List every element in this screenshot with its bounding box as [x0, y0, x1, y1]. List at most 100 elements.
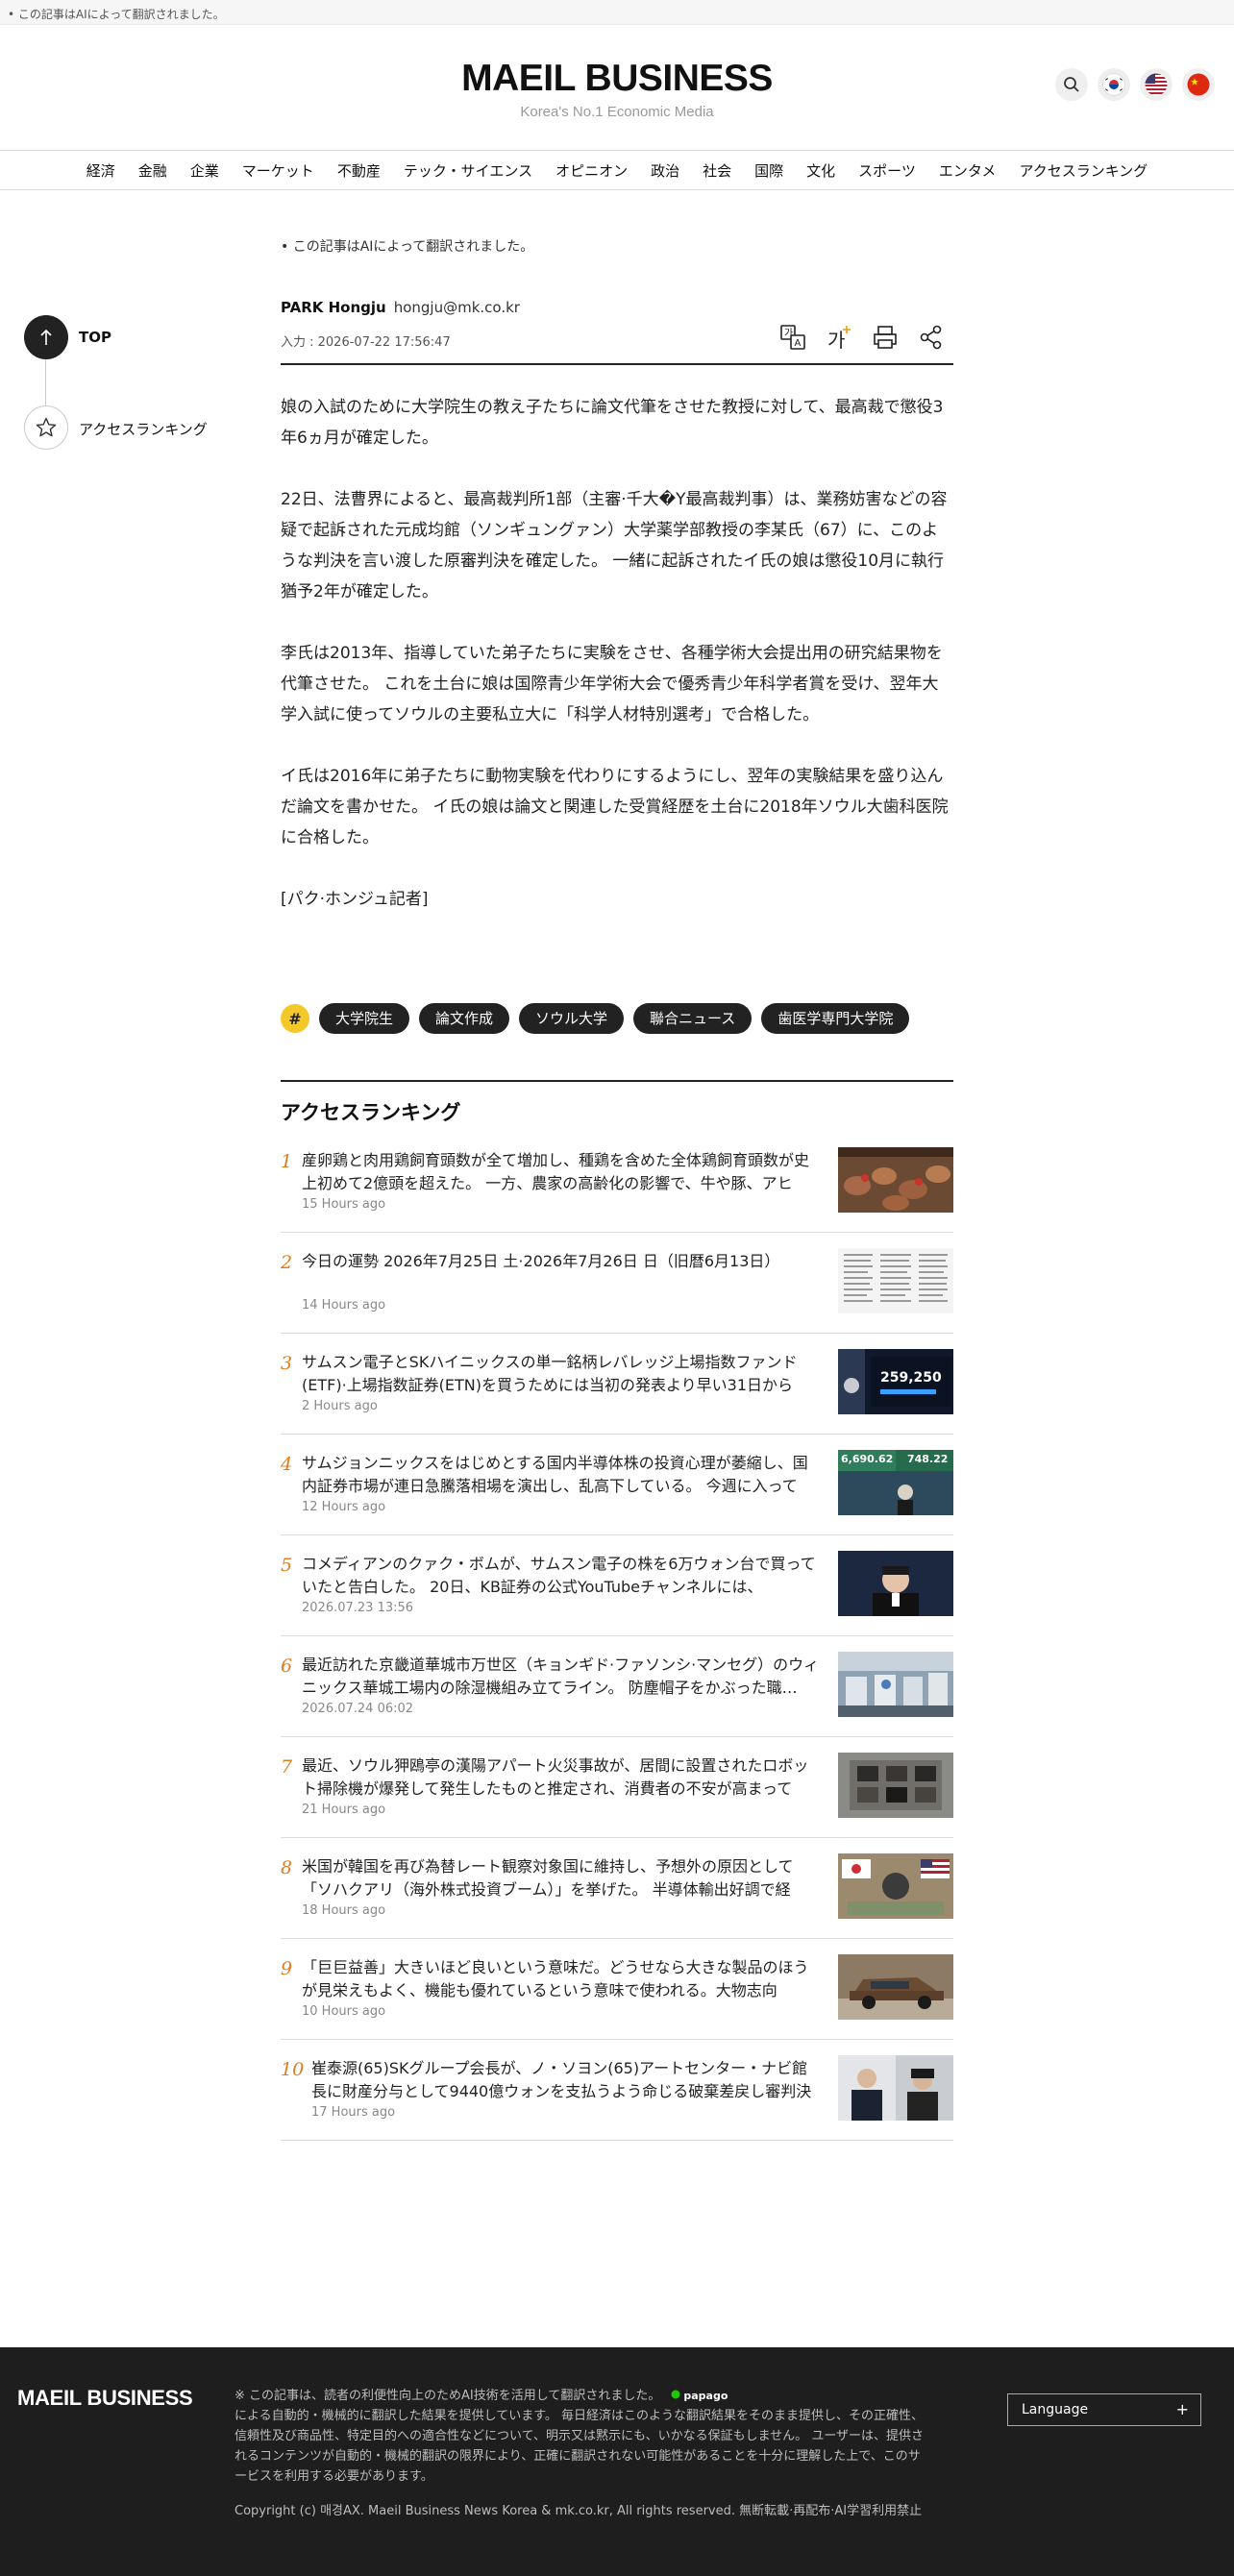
- nav-item[interactable]: スポーツ: [847, 160, 927, 181]
- ranking-item[interactable]: 6 最近訪れた京畿道華城市万世区（キョンギド·ファソンシ·マンセグ）のウィニック…: [281, 1636, 953, 1737]
- site-logo[interactable]: MAEIL BUSINESS: [0, 58, 1234, 100]
- nav-item[interactable]: 企業: [179, 160, 231, 181]
- scroll-top-label[interactable]: TOP: [79, 329, 111, 346]
- ranking-time: 14 Hours ago: [302, 1298, 386, 1313]
- share-icon: [920, 325, 942, 350]
- left-rail: TOP アクセスランキング: [24, 315, 208, 450]
- nav-item[interactable]: 不動産: [326, 160, 392, 181]
- article-paragraph: 李氏は2013年、指導していた弟子たちに実験をさせ、各種学術大会提出用の研究結果…: [281, 644, 943, 724]
- tag-chip[interactable]: 歯医学専門大学院: [761, 1003, 910, 1034]
- factory-thumbnail-image: [838, 1652, 953, 1717]
- print-icon: [874, 326, 897, 349]
- ranking-item[interactable]: 3 サムスン電子とSKハイニックスの単一銘柄レバレッジ上場指数ファンド(ETF)…: [281, 1334, 953, 1435]
- ranking-thumbnail[interactable]: [838, 1147, 953, 1213]
- ranking-thumbnail[interactable]: [838, 1551, 953, 1616]
- ranking-item[interactable]: 9 「巨巨益善」大きいほど良いという意味だ。どうせなら大きな製品のほうが見栄えも…: [281, 1939, 953, 2040]
- nav-item[interactable]: 金融: [127, 160, 179, 181]
- ranking-thumbnail[interactable]: 6,690.62 748.22: [838, 1450, 953, 1515]
- usa-flag-icon: [1145, 73, 1168, 96]
- ranking-item[interactable]: 10 崔泰源(65)SKグループ会長が、ノ・ソヨン(65)アートセンター・ナビ館…: [281, 2040, 953, 2141]
- ranking-item[interactable]: 1 産卵鶏と肉用鶏飼育頭数が全て増加し、種鶏を含めた全体鶏飼育頭数が史上初めて2…: [281, 1132, 953, 1233]
- ranking-thumbnail[interactable]: [838, 1248, 953, 1313]
- share-button[interactable]: [917, 323, 946, 352]
- ranking-headline[interactable]: サムスン電子とSKハイニックスの単一銘柄レバレッジ上場指数ファンド(ETF)·上…: [302, 1351, 821, 1397]
- footer-disclaimer-text: ※ この記事は、読者の利便性向上のためAI技術を活用して翻訳されました。: [234, 2389, 661, 2403]
- site-tagline: Korea's No.1 Economic Media: [520, 104, 714, 120]
- footer-disclaimer: ※ この記事は、読者の利便性向上のためAI技術を活用して翻訳されました。 pap…: [234, 2386, 926, 2487]
- language-select[interactable]: Language +: [1007, 2393, 1201, 2426]
- tag-chip[interactable]: 大学院生: [319, 1003, 410, 1034]
- ranking-number: 4: [281, 1454, 293, 1475]
- ranking-button[interactable]: [24, 405, 68, 450]
- ranking-item[interactable]: 4 サムジョンニックスをはじめとする国内半導体株の投資心理が萎縮し、国内証券市場…: [281, 1435, 953, 1535]
- main-nav: 経済 金融 企業 マーケット 不動産 テック・サイエンス オピニオン 政治 社会…: [0, 150, 1234, 190]
- nav-item[interactable]: マーケット: [231, 160, 326, 181]
- ranking-label[interactable]: アクセスランキング: [79, 419, 208, 439]
- tag-chip[interactable]: 聯合ニュース: [633, 1003, 753, 1034]
- korea-flag-icon: [1102, 73, 1125, 96]
- article-paragraph: イ氏は2016年に弟子たちに動物実験を代わりにするようにし、翌年の実験結果を盛り…: [281, 767, 949, 847]
- ranking-time: 2026.07.23 13:56: [302, 1601, 414, 1615]
- ranking-headline[interactable]: 最近訪れた京畿道華城市万世区（キョンギド·ファソンシ·マンセグ）のウィニックス華…: [302, 1654, 821, 1700]
- ranking-headline[interactable]: 米国が韓国を再び為替レート観察対象国に維持し、予想外の原因として「ソハクアリ（海…: [302, 1855, 821, 1901]
- search-button[interactable]: [1055, 68, 1088, 101]
- ranking-item[interactable]: 5 コメディアンのクァク・ボムが、サムスン電子の株を6万ウォン台で買っていたと告…: [281, 1535, 953, 1636]
- nav-item[interactable]: 経済: [75, 160, 127, 181]
- ranking-item[interactable]: 8 米国が韓国を再び為替レート観察対象国に維持し、予想外の原因として「ソハクアリ…: [281, 1838, 953, 1939]
- nav-item[interactable]: 国際: [743, 160, 795, 181]
- print-button[interactable]: [871, 323, 900, 352]
- papago-icon: [671, 2390, 680, 2399]
- nav-item[interactable]: 政治: [639, 160, 691, 181]
- china-flag-icon: [1187, 73, 1210, 96]
- nav-item[interactable]: 社会: [691, 160, 743, 181]
- ranking-headline[interactable]: サムジョンニックスをはじめとする国内半導体株の投資心理が萎縮し、国内証券市場が連…: [302, 1452, 821, 1498]
- ranking-time: 17 Hours ago: [311, 2105, 396, 2120]
- article: • この記事はAIによって翻訳されました。 PARK Hongju hongju@…: [281, 236, 953, 945]
- ranking-thumbnail[interactable]: 259,250: [838, 1349, 953, 1414]
- font-size-icon: 가: [827, 326, 851, 351]
- nav-item[interactable]: オピニオン: [544, 160, 639, 181]
- tag-chip[interactable]: 論文作成: [419, 1003, 510, 1034]
- hashtag-icon: #: [281, 1004, 309, 1033]
- currency-flags-thumbnail-image: [838, 1853, 953, 1919]
- chinese-language-button[interactable]: [1182, 68, 1215, 101]
- nav-item[interactable]: テック・サイエンス: [392, 160, 544, 181]
- ranking-headline[interactable]: 今日の運勢 2026年7月25日 土·2026年7月26日 日（旧暦6月13日）: [302, 1250, 821, 1273]
- ranking-thumbnail[interactable]: [838, 1853, 953, 1919]
- ranking-headline[interactable]: 産卵鶏と肉用鶏飼育頭数が全て増加し、種鶏を含めた全体鶏飼育頭数が史上初めて2億頭…: [302, 1149, 821, 1195]
- ranking-time: 21 Hours ago: [302, 1803, 386, 1817]
- market-board-thumbnail-image: 6,690.62 748.22: [838, 1450, 953, 1515]
- author-email[interactable]: hongju@mk.co.kr: [394, 299, 520, 316]
- ranking-thumbnail[interactable]: [838, 1652, 953, 1717]
- ranking-headline[interactable]: コメディアンのクァク・ボムが、サムスン電子の株を6万ウォン台で買っていたと告白し…: [302, 1553, 821, 1599]
- nav-item[interactable]: エンタメ: [927, 160, 1008, 181]
- ranking-item[interactable]: 7 最近、ソウル狎鴎亭の漢陽アパート火災事故が、居間に設置されたロボット掃除機が…: [281, 1737, 953, 1838]
- papago-label: papago: [683, 2390, 728, 2402]
- svg-text:A: A: [795, 338, 802, 349]
- ranking-headline[interactable]: 崔泰源(65)SKグループ会長が、ノ・ソヨン(65)アートセンター・ナビ館長に財…: [311, 2057, 821, 2103]
- tag-chip[interactable]: ソウル大学: [519, 1003, 625, 1034]
- english-language-button[interactable]: [1140, 68, 1172, 101]
- ranking-thumbnail[interactable]: [838, 1954, 953, 2020]
- nav-item[interactable]: アクセスランキング: [1007, 160, 1159, 181]
- nav-item[interactable]: 文化: [795, 160, 847, 181]
- fire-damage-thumbnail-image: [838, 1753, 953, 1818]
- ranking-time: 15 Hours ago: [302, 1197, 386, 1212]
- ranking-item[interactable]: 2 今日の運勢 2026年7月25日 土·2026年7月26日 日（旧暦6月13…: [281, 1233, 953, 1334]
- font-size-button[interactable]: 가: [825, 323, 853, 352]
- scroll-top-button[interactable]: [24, 315, 68, 359]
- people-thumbnail-image: [838, 2055, 953, 2121]
- korean-language-button[interactable]: [1098, 68, 1130, 101]
- footer-logo[interactable]: MAEIL BUSINESS: [17, 2386, 193, 2411]
- star-icon: [36, 417, 57, 437]
- ranking-headline[interactable]: 「巨巨益善」大きいほど良いという意味だ。どうせなら大きな製品のほうが見栄えもよく…: [302, 1956, 821, 2002]
- ranking-headline[interactable]: 最近、ソウル狎鴎亭の漢陽アパート火災事故が、居間に設置されたロボット掃除機が爆発…: [302, 1754, 821, 1801]
- ranking-thumbnail[interactable]: [838, 2055, 953, 2121]
- ranking-thumbnail[interactable]: [838, 1753, 953, 1818]
- translate-button[interactable]: 가A: [778, 323, 807, 352]
- ranking-number: 5: [281, 1555, 293, 1576]
- ticker-value-label: 259,250: [880, 1370, 942, 1386]
- ai-translation-note: • この記事はAIによって翻訳されました。: [281, 239, 534, 255]
- author-name[interactable]: PARK Hongju: [281, 299, 386, 316]
- person-thumbnail-image: [838, 1551, 953, 1616]
